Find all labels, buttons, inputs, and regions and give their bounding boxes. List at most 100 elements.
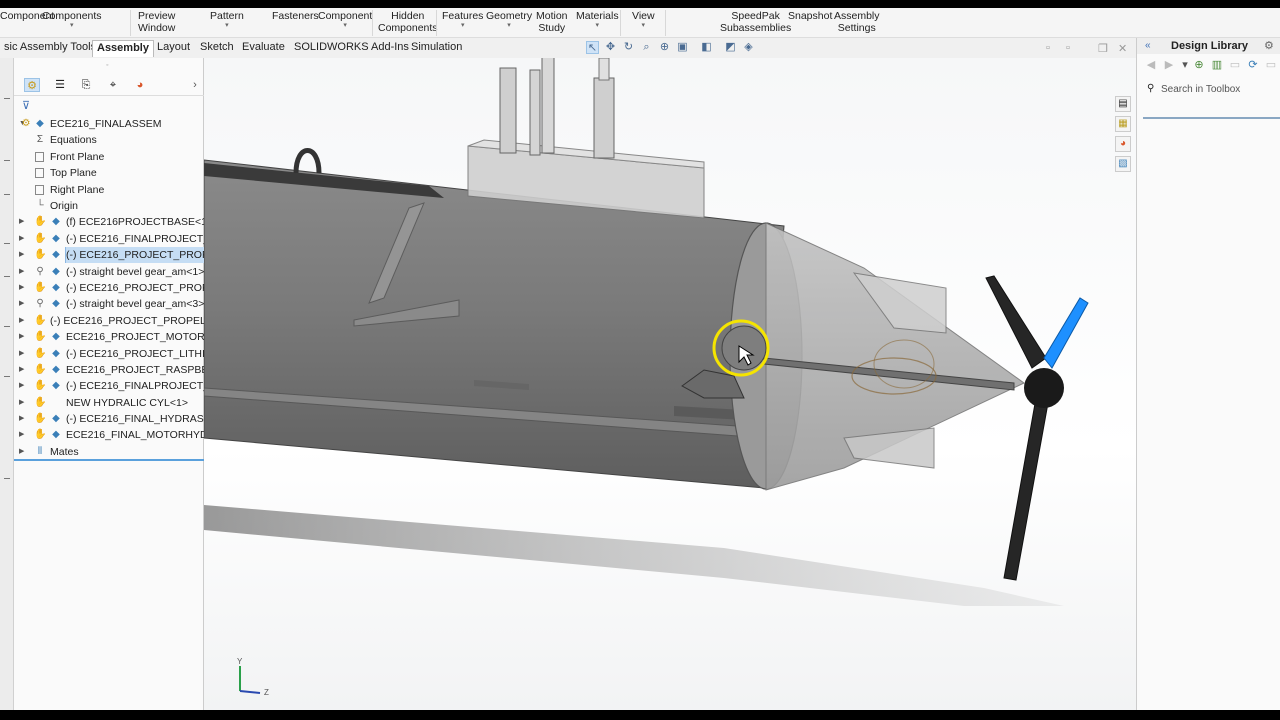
tile-icon[interactable]: ▫ <box>1046 42 1050 54</box>
expand-arrow-icon[interactable]: ▶ <box>19 296 24 312</box>
forward-icon[interactable]: ▶ <box>1163 58 1175 72</box>
expand-arrow-icon[interactable]: ▶ <box>19 444 24 460</box>
expand-arrow-icon[interactable]: ▶ <box>19 231 24 247</box>
dimxpert-tab-icon[interactable]: ⌖ <box>105 78 121 92</box>
tree-item-right-plane[interactable]: Right Plane <box>14 182 204 198</box>
tab-assembly[interactable]: Assembly <box>92 40 154 57</box>
ribbon-speedpak-button[interactable]: SpeedPak Subassemblies <box>720 10 791 34</box>
up-one-level-icon[interactable]: ▭ <box>1265 58 1277 72</box>
tree-item-equations[interactable]: Σ Equations <box>14 132 204 148</box>
panel-divider[interactable] <box>14 459 204 461</box>
tree-item-component[interactable]: ▶✋◆(-) ECE216_FINALPROJECT_TRA <box>14 378 204 394</box>
expand-arrow-icon[interactable]: ▶ <box>19 346 24 362</box>
tab-layout[interactable]: Layout <box>153 40 194 57</box>
tree-item-component[interactable]: ▶ ⚲ ◆ (-) straight bevel gear_am<3> <box>14 296 204 312</box>
tree-item-component[interactable]: ▶ ✋ ◆ (f) ECE216PROJECTBASE<1> <box>14 214 204 230</box>
component-icon: ✋ <box>34 216 47 227</box>
search-input[interactable]: Search in Toolbox <box>1161 84 1240 95</box>
section-view-icon[interactable]: ▣ <box>676 41 689 54</box>
tree-item-front-plane[interactable]: Front Plane <box>14 149 204 165</box>
expand-arrow-icon[interactable]: ▶ <box>19 378 24 394</box>
tree-item-subassembly[interactable]: ▶ ✋ NEW HYDRALIC CYL<1> <box>14 395 204 411</box>
ribbon-snapshot-button[interactable]: Snapshot <box>788 10 832 22</box>
pan-icon[interactable]: ✥ <box>604 41 617 54</box>
configuration-manager-tab-icon[interactable]: ⎘ <box>78 78 94 92</box>
expand-arrow-icon[interactable]: ▶ <box>19 362 24 378</box>
back-icon[interactable]: ◀ <box>1145 58 1157 72</box>
create-folder-icon[interactable]: ▭ <box>1229 58 1241 72</box>
tree-item-component[interactable]: ▶ ⚲ ◆ (-) straight bevel gear_am<1> <box>14 264 204 280</box>
select-arrow-icon[interactable]: ↖ <box>586 41 599 54</box>
tree-item-component[interactable]: ▶✋◆(-) ECE216_FINALPROJECT_SOL <box>14 231 204 247</box>
expand-arrow-icon[interactable]: ▶ <box>19 395 24 411</box>
expand-arrow-icon[interactable]: ▶ <box>19 329 24 345</box>
design-library-icon[interactable]: ▦ <box>1115 116 1131 132</box>
appearances-icon[interactable]: ◕ <box>1115 136 1131 152</box>
rotate-icon[interactable]: ↻ <box>622 41 635 54</box>
part-icon: ◆ <box>52 413 60 424</box>
restore-icon[interactable]: ▫ <box>1066 42 1070 54</box>
tree-item-component[interactable]: ▶ ✋ ◆ (-) ECE216_FINAL_HYDRASHA <box>14 411 204 427</box>
hide-show-icon[interactable]: ◈ <box>742 41 755 54</box>
filter-icon[interactable]: ⊽ <box>22 99 30 112</box>
ribbon-motion-study-button[interactable]: Motion Study <box>536 10 568 34</box>
tab-sketch[interactable]: Sketch <box>196 40 238 57</box>
ribbon-materials-button[interactable]: Materials ▾ <box>576 10 619 30</box>
settings-gear-icon[interactable]: ⚙ <box>1264 39 1274 52</box>
tree-item-subassembly[interactable]: ▶✋(-) ECE216_PROJECT_PROPELLER S <box>14 313 204 329</box>
custom-properties-icon[interactable]: ▧ <box>1115 156 1131 172</box>
tree-item-origin[interactable]: └ Origin <box>14 198 204 214</box>
add-to-library-icon[interactable]: ⊕ <box>1193 58 1205 72</box>
tree-item-component[interactable]: ▶✋◆ECE216_PROJECT_RASPBERRYP <box>14 362 204 378</box>
display-manager-tab-icon[interactable]: ◕ <box>132 78 148 92</box>
tab-simulation[interactable]: Simulation <box>407 40 466 57</box>
resources-icon[interactable]: ▤ <box>1115 96 1131 112</box>
tree-item-component[interactable]: ▶✋◆ECE216_PROJECT_MOTORPRO <box>14 329 204 345</box>
ribbon-component-2-button[interactable]: Component ▾ <box>318 10 372 30</box>
ribbon-preview-window-button[interactable]: Preview Window <box>138 10 175 34</box>
ribbon-hidden-components-button[interactable]: Hidden Components <box>378 10 438 34</box>
tree-item-mates[interactable]: ▶ ⫴ Mates <box>14 444 204 460</box>
ribbon-view-button[interactable]: View ▾ <box>632 10 655 30</box>
ribbon-features-button[interactable]: Features ▾ <box>442 10 483 30</box>
maximize-icon[interactable]: ❐ <box>1098 42 1108 55</box>
ribbon-geometry-button[interactable]: Geometry ▾ <box>486 10 532 30</box>
tab-evaluate[interactable]: Evaluate <box>238 40 289 57</box>
tree-item-component[interactable]: ▶✋◆(-) ECE216_PROJECT_PROPELLE <box>14 280 204 296</box>
zoom-to-fit-icon[interactable]: ⌕ <box>640 41 653 54</box>
expand-arrow-icon[interactable]: ▶ <box>19 214 24 230</box>
component-icon: ✋ <box>34 249 47 260</box>
tree-item-component[interactable]: ▶✋◆(-) ECE216_PROJECT_LITHIUM_ <box>14 346 204 362</box>
ribbon-components-button[interactable]: Components ▾ <box>42 10 102 30</box>
chevron-right-icon[interactable]: › <box>187 78 203 92</box>
tree-item-component[interactable]: ▶✋◆ECE216_FINAL_MOTORHYDRA <box>14 427 204 443</box>
display-style-icon[interactable]: ◩ <box>724 41 737 54</box>
ribbon-assembly-settings-button[interactable]: Assembly Settings <box>834 10 880 34</box>
panel-grip-icon[interactable]: ◦ <box>106 62 108 69</box>
expand-arrow-icon[interactable]: ▶ <box>19 313 24 329</box>
close-icon[interactable]: ✕ <box>1118 42 1127 55</box>
bottom-black-border <box>0 710 1280 720</box>
graphics-viewport[interactable]: Y Z <box>204 58 1136 710</box>
tree-item-top-plane[interactable]: Top Plane <box>14 165 204 181</box>
tree-root[interactable]: ▼ ⚙ ◆ ECE216_FINALASSEM <box>14 116 204 132</box>
toolbox-search[interactable]: ⚲ Search in Toolbox <box>1145 80 1280 100</box>
zoom-area-icon[interactable]: ⊕ <box>658 41 671 54</box>
expand-arrow-icon[interactable]: ▶ <box>19 411 24 427</box>
dropdown-arrow-icon[interactable]: ▾ <box>1179 58 1191 72</box>
refresh-icon[interactable]: ⟳ <box>1247 58 1259 72</box>
add-file-location-icon[interactable]: ▥ <box>1211 58 1223 72</box>
property-manager-tab-icon[interactable]: ☰ <box>52 78 68 92</box>
ribbon-pattern-button[interactable]: Pattern ▾ <box>210 10 244 30</box>
collapse-pane-icon[interactable]: « <box>1145 40 1151 51</box>
tab-basic-assembly-tools[interactable]: sic Assembly Tools <box>0 40 100 57</box>
expand-arrow-icon[interactable]: ▶ <box>19 264 24 280</box>
tab-solidworks-addins[interactable]: SOLIDWORKS Add-Ins <box>290 40 413 57</box>
view-orientation-icon[interactable]: ◧ <box>700 41 713 54</box>
expand-arrow-icon[interactable]: ▶ <box>19 280 24 296</box>
ribbon-fasteners-button[interactable]: Fasteners <box>272 10 319 22</box>
expand-arrow-icon[interactable]: ▶ <box>19 247 24 263</box>
tree-item-component-selected[interactable]: ▶✋◆(-) ECE216_PROJECT_PROPELL <box>14 247 204 263</box>
expand-arrow-icon[interactable]: ▶ <box>19 427 24 443</box>
feature-manager-tab-icon[interactable]: ⚙ <box>24 78 40 92</box>
